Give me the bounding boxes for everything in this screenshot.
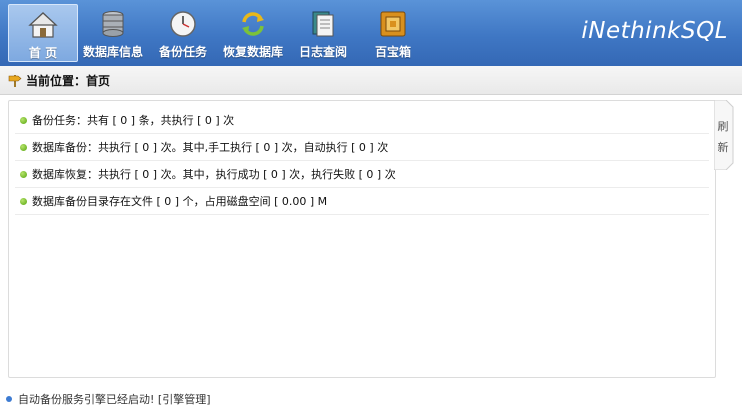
refresh-label: 刷新 [717,120,729,154]
home-icon [28,12,58,38]
nav-item-log-view[interactable]: 日志查阅 [288,4,358,62]
list-item: 数据库备份目录存在文件 [ 0 ] 个，占用磁盘空间 [ 0.00 ] M [15,188,709,215]
stat-text: 数据库备份目录存在文件 [ 0 ] 个，占用磁盘空间 [ 0.00 ] M [32,195,328,208]
bullet-icon [20,143,27,151]
bullet-icon [20,116,27,124]
list-item: 备份任务：共有 [ 0 ] 条，共执行 [ 0 ] 次 [15,107,709,134]
refresh-icon [242,12,264,36]
clock-icon [170,11,196,37]
stat-text: 备份任务：共有 [ 0 ] 条，共执行 [ 0 ] 次 [32,114,235,127]
main-nav: 首 页 数据库信息 备份任务 恢复数据库 日志查阅 百宝箱 [8,4,428,62]
signpost-icon [8,75,22,87]
engine-status-text[interactable]: 自动备份服务引擎已经启动! [引擎管理] [18,391,211,407]
app-brand: iNethinkSQL [581,18,728,44]
stats-panel: 备份任务：共有 [ 0 ] 条，共执行 [ 0 ] 次 数据库备份：共执行 [ … [8,100,716,378]
stat-text: 数据库恢复：共执行 [ 0 ] 次。其中，执行成功 [ 0 ] 次，执行失败 [… [32,168,396,181]
breadcrumb: 当前位置：首页 [0,66,742,95]
nav-item-restore-database[interactable]: 恢复数据库 [218,4,288,62]
bullet-icon [20,170,27,178]
top-nav-bar: 首 页 数据库信息 备份任务 恢复数据库 日志查阅 百宝箱 iNethinkSQ… [0,0,742,66]
refresh-tab[interactable]: 刷新 [714,100,734,170]
nav-item-toolbox[interactable]: 百宝箱 [358,4,428,62]
nav-item-label: 恢复数据库 [222,45,283,59]
nav-item-label: 备份任务 [158,45,207,59]
nav-item-label: 首 页 [28,46,58,60]
stat-text: 数据库备份：共执行 [ 0 ] 次。其中,手工执行 [ 0 ] 次，自动执行 [… [32,141,389,154]
list-item: 数据库备份：共执行 [ 0 ] 次。其中,手工执行 [ 0 ] 次，自动执行 [… [15,134,709,161]
nav-item-label: 数据库信息 [82,45,143,59]
database-icon [102,11,124,37]
nav-item-database-info[interactable]: 数据库信息 [78,4,148,62]
list-item: 数据库恢复：共执行 [ 0 ] 次。其中，执行成功 [ 0 ] 次，执行失败 [… [15,161,709,188]
nav-item-backup-tasks[interactable]: 备份任务 [148,4,218,62]
nav-item-label: 百宝箱 [374,45,411,59]
nav-item-label: 日志查阅 [298,45,347,59]
engine-status: 自动备份服务引擎已经启动! [引擎管理] [6,392,211,406]
nav-item-home[interactable]: 首 页 [8,4,78,62]
log-icon [312,11,334,37]
status-dot-icon [6,396,12,402]
stats-list: 备份任务：共有 [ 0 ] 条，共执行 [ 0 ] 次 数据库备份：共执行 [ … [15,107,709,215]
toolbox-icon [380,11,406,37]
bullet-icon [20,197,27,205]
breadcrumb-text: 当前位置：首页 [26,73,111,88]
